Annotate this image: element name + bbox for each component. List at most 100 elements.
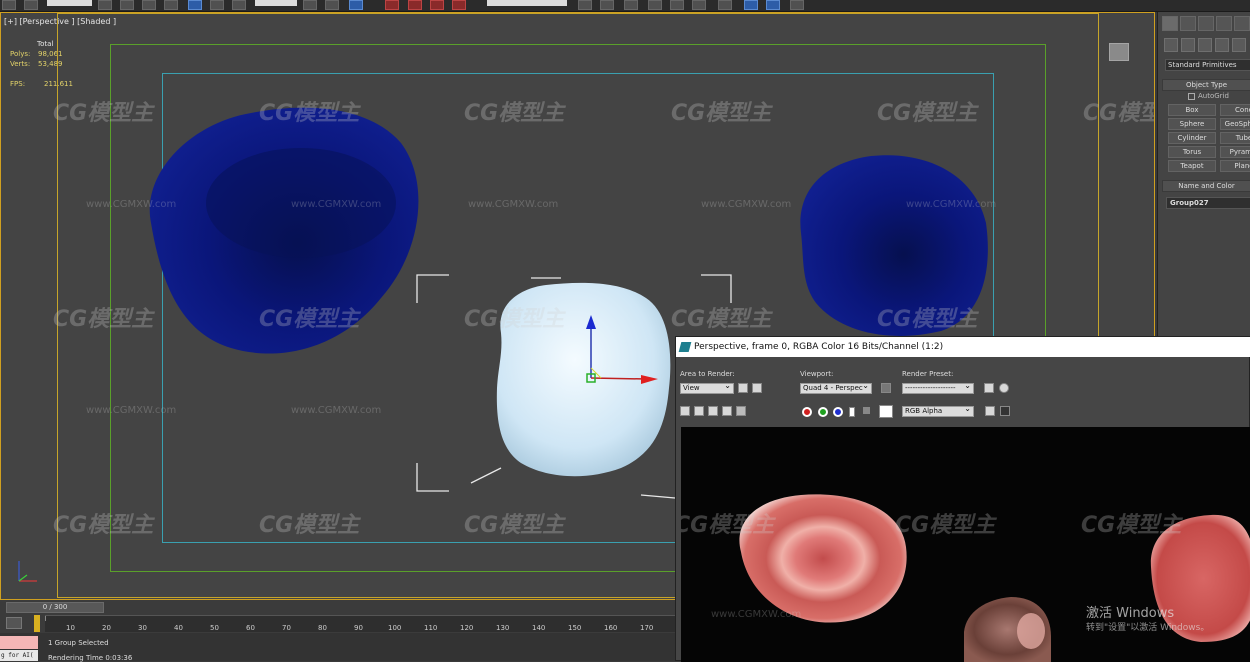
select-manipulate-icon[interactable] [325, 0, 339, 10]
mirror-icon[interactable] [578, 0, 592, 10]
rendered-red-cell-left [739, 494, 907, 623]
snap-toggle-icon[interactable] [385, 0, 399, 10]
green-channel-icon[interactable] [818, 407, 828, 417]
render-window-titlebar[interactable]: Perspective, frame 0, RGBA Color 16 Bits… [676, 337, 1250, 357]
ruler-number: 30 [138, 624, 147, 632]
ruler-number: 80 [318, 624, 327, 632]
rendered-nucleus [1017, 613, 1045, 649]
layer-explorer-icon[interactable] [624, 0, 638, 10]
shapes-icon[interactable] [1181, 38, 1195, 52]
time-slider[interactable]: 0 / 300 [6, 602, 104, 613]
name-color-rollout-header[interactable]: Name and Color [1162, 180, 1250, 192]
app-logo-icon [678, 342, 692, 352]
viewport-dropdown[interactable]: Quad 4 - Perspec [800, 381, 872, 394]
autogrid-checkbox-box[interactable] [1188, 92, 1195, 100]
cylinder-button[interactable]: Cylinder [1168, 132, 1216, 144]
select-by-name-icon[interactable] [120, 0, 134, 10]
select-rotate-icon[interactable] [210, 0, 224, 10]
toggle-ui-icon[interactable] [1000, 406, 1010, 416]
motion-tab-icon[interactable] [1216, 16, 1232, 31]
alpha-channel-icon[interactable] [849, 407, 855, 417]
named-selection-sets-field[interactable] [487, 0, 567, 6]
ruler-number: 40 [174, 624, 183, 632]
render-setup-icon[interactable] [718, 0, 732, 10]
render-iterative-icon[interactable] [790, 0, 804, 10]
select-object-icon[interactable] [98, 0, 112, 10]
main-toolbar [0, 0, 1250, 12]
create-tab-icon[interactable] [1162, 16, 1178, 31]
display-tab-icon[interactable] [1234, 16, 1250, 31]
render-setup-icon[interactable] [984, 383, 994, 393]
keyboard-shortcut-icon[interactable] [349, 0, 363, 10]
rendered-frame-window-icon[interactable] [744, 0, 758, 10]
reference-coordinate-dropdown[interactable] [255, 0, 297, 6]
autogrid-label: AutoGrid [1198, 92, 1229, 100]
clear-image-icon[interactable] [736, 406, 746, 416]
geometry-icon[interactable] [1164, 38, 1178, 52]
tube-button[interactable]: Tube [1220, 132, 1250, 144]
blue-channel-icon[interactable] [833, 407, 843, 417]
selection-status: 1 Group Selected [48, 639, 109, 647]
select-scale-icon[interactable] [232, 0, 246, 10]
pivot-center-icon[interactable] [303, 0, 317, 10]
selection-filter-dropdown[interactable] [47, 0, 92, 6]
align-icon[interactable] [600, 0, 614, 10]
rendered-frame-window: Perspective, frame 0, RGBA Color 16 Bits… [675, 336, 1250, 662]
cone-button[interactable]: Cone [1220, 104, 1250, 116]
clone-window-icon[interactable] [708, 406, 718, 416]
toggle-ui-overlay-icon[interactable] [985, 406, 995, 416]
select-move-icon[interactable] [188, 0, 202, 10]
primitive-category-dropdown[interactable]: Standard Primitives [1165, 59, 1250, 71]
track-bar[interactable]: 10 20 30 40 50 60 70 80 90 100 110 120 1… [45, 615, 675, 632]
maxscript-listener-output[interactable] [0, 636, 38, 649]
lock-icon[interactable] [881, 383, 891, 393]
helpers-icon[interactable] [1232, 38, 1246, 52]
curve-editor-icon[interactable] [648, 0, 662, 10]
auto-region-icon[interactable] [752, 383, 762, 393]
object-type-rollout-header[interactable]: Object Type [1162, 79, 1250, 91]
command-panel-tabs [1162, 16, 1250, 32]
autogrid-checkbox[interactable]: AutoGrid [1188, 92, 1229, 100]
time-marker[interactable] [34, 615, 40, 632]
lights-icon[interactable] [1198, 38, 1212, 52]
percent-snap-icon[interactable] [430, 0, 444, 10]
monochrome-icon[interactable] [863, 407, 870, 414]
cameras-icon[interactable] [1215, 38, 1229, 52]
material-editor-icon[interactable] [692, 0, 706, 10]
environment-effects-icon[interactable] [999, 383, 1009, 393]
mini-curve-editor-icon[interactable] [6, 617, 22, 629]
sphere-button[interactable]: Sphere [1168, 118, 1216, 130]
swatch-color[interactable] [879, 405, 893, 418]
rectangular-selection-icon[interactable] [142, 0, 156, 10]
ruler-number: 60 [246, 624, 255, 632]
red-blood-cell-right[interactable] [800, 155, 988, 336]
geosphere-button[interactable]: GeoSphere [1220, 118, 1250, 130]
display-channel-dropdown[interactable]: RGB Alpha [902, 404, 974, 417]
angle-snap-icon[interactable] [408, 0, 422, 10]
box-button[interactable]: Box [1168, 104, 1216, 116]
ruler-number: 70 [282, 624, 291, 632]
torus-button[interactable]: Torus [1168, 146, 1216, 158]
pyramid-button[interactable]: Pyramid [1220, 146, 1250, 158]
copy-image-icon[interactable] [694, 406, 704, 416]
object-name-field[interactable]: Group027 [1166, 197, 1250, 209]
plane-button[interactable]: Plane [1220, 160, 1250, 172]
print-image-icon[interactable] [722, 406, 732, 416]
teapot-button[interactable]: Teapot [1168, 160, 1216, 172]
viewcube-icon[interactable] [1109, 43, 1129, 61]
render-preset-dropdown[interactable]: -------------------- [902, 381, 974, 394]
red-channel-icon[interactable] [802, 407, 812, 417]
maxscript-listener-input[interactable]: g for AI( [0, 650, 38, 661]
undo-icon[interactable] [2, 0, 16, 10]
window-crossing-icon[interactable] [164, 0, 178, 10]
edit-region-icon[interactable] [738, 383, 748, 393]
render-production-icon[interactable] [766, 0, 780, 10]
area-to-render-dropdown[interactable]: View [680, 381, 734, 394]
schematic-view-icon[interactable] [670, 0, 684, 10]
hierarchy-tab-icon[interactable] [1198, 16, 1214, 31]
ruler-number: 20 [102, 624, 111, 632]
save-image-icon[interactable] [680, 406, 690, 416]
modify-tab-icon[interactable] [1180, 16, 1196, 31]
link-icon[interactable] [24, 0, 38, 10]
spinner-snap-icon[interactable] [452, 0, 466, 10]
